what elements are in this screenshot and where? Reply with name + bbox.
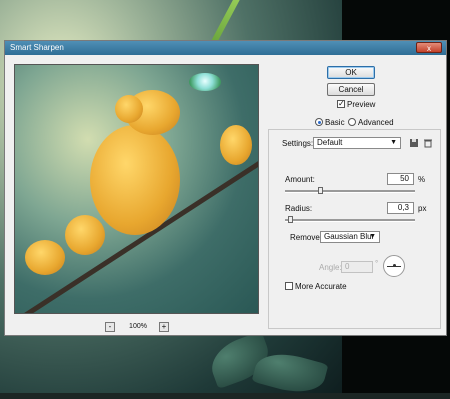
amount-input[interactable]: 50: [387, 173, 414, 185]
preview-mouse-small: [25, 240, 65, 275]
preview-flower: [189, 73, 221, 91]
basic-radio[interactable]: [315, 118, 323, 126]
amount-label: Amount:: [285, 175, 315, 184]
amount-slider-track[interactable]: [285, 190, 415, 193]
preview-mouse-ear: [115, 95, 143, 123]
preview-mouse-small: [65, 215, 105, 255]
preview-mouse-small: [220, 125, 252, 165]
close-icon: x: [427, 44, 431, 53]
angle-unit: °: [375, 259, 379, 268]
radius-input[interactable]: 0,3: [387, 202, 414, 214]
preview-checkbox[interactable]: ✓: [337, 100, 345, 108]
ok-button[interactable]: OK: [327, 66, 375, 79]
more-accurate-label: More Accurate: [295, 282, 347, 291]
advanced-radio[interactable]: [348, 118, 356, 126]
zoom-level: 100%: [129, 323, 147, 330]
basic-label: Basic: [325, 118, 345, 127]
radius-slider-thumb[interactable]: [288, 216, 293, 223]
minus-icon: -: [108, 322, 112, 331]
dialog-title: Smart Sharpen: [10, 43, 64, 52]
cancel-button[interactable]: Cancel: [327, 83, 375, 96]
radius-slider-track[interactable]: [285, 219, 415, 222]
amount-slider-thumb[interactable]: [318, 187, 323, 194]
remove-value: Gaussian Blur: [324, 232, 375, 241]
advanced-label: Advanced: [358, 118, 394, 127]
angle-label: Angle:: [319, 263, 342, 272]
remove-dropdown[interactable]: Gaussian Blur ▼: [320, 231, 380, 243]
preview-image[interactable]: [14, 64, 259, 314]
zoom-out-button[interactable]: -: [105, 322, 115, 332]
smart-sharpen-dialog: Smart Sharpen x - 100% + OK Cancel ✓ Pre…: [4, 40, 447, 336]
angle-dial[interactable]: [383, 255, 405, 277]
chevron-down-icon: ▼: [369, 233, 376, 240]
preview-mouse-large: [90, 125, 180, 235]
title-bar[interactable]: Smart Sharpen x: [5, 41, 446, 55]
preview-label: Preview: [347, 100, 376, 109]
angle-input[interactable]: 0: [341, 261, 373, 273]
zoom-controls: - 100% +: [105, 322, 171, 332]
settings-group: [268, 129, 441, 329]
more-accurate-checkbox[interactable]: [285, 282, 293, 290]
close-button[interactable]: x: [416, 42, 442, 53]
plus-icon: +: [161, 322, 167, 331]
radius-unit: px: [418, 204, 427, 213]
zoom-in-button[interactable]: +: [159, 322, 169, 332]
radius-label: Radius:: [285, 204, 313, 213]
amount-unit: %: [418, 175, 426, 184]
remove-label: Remove:: [290, 233, 323, 242]
